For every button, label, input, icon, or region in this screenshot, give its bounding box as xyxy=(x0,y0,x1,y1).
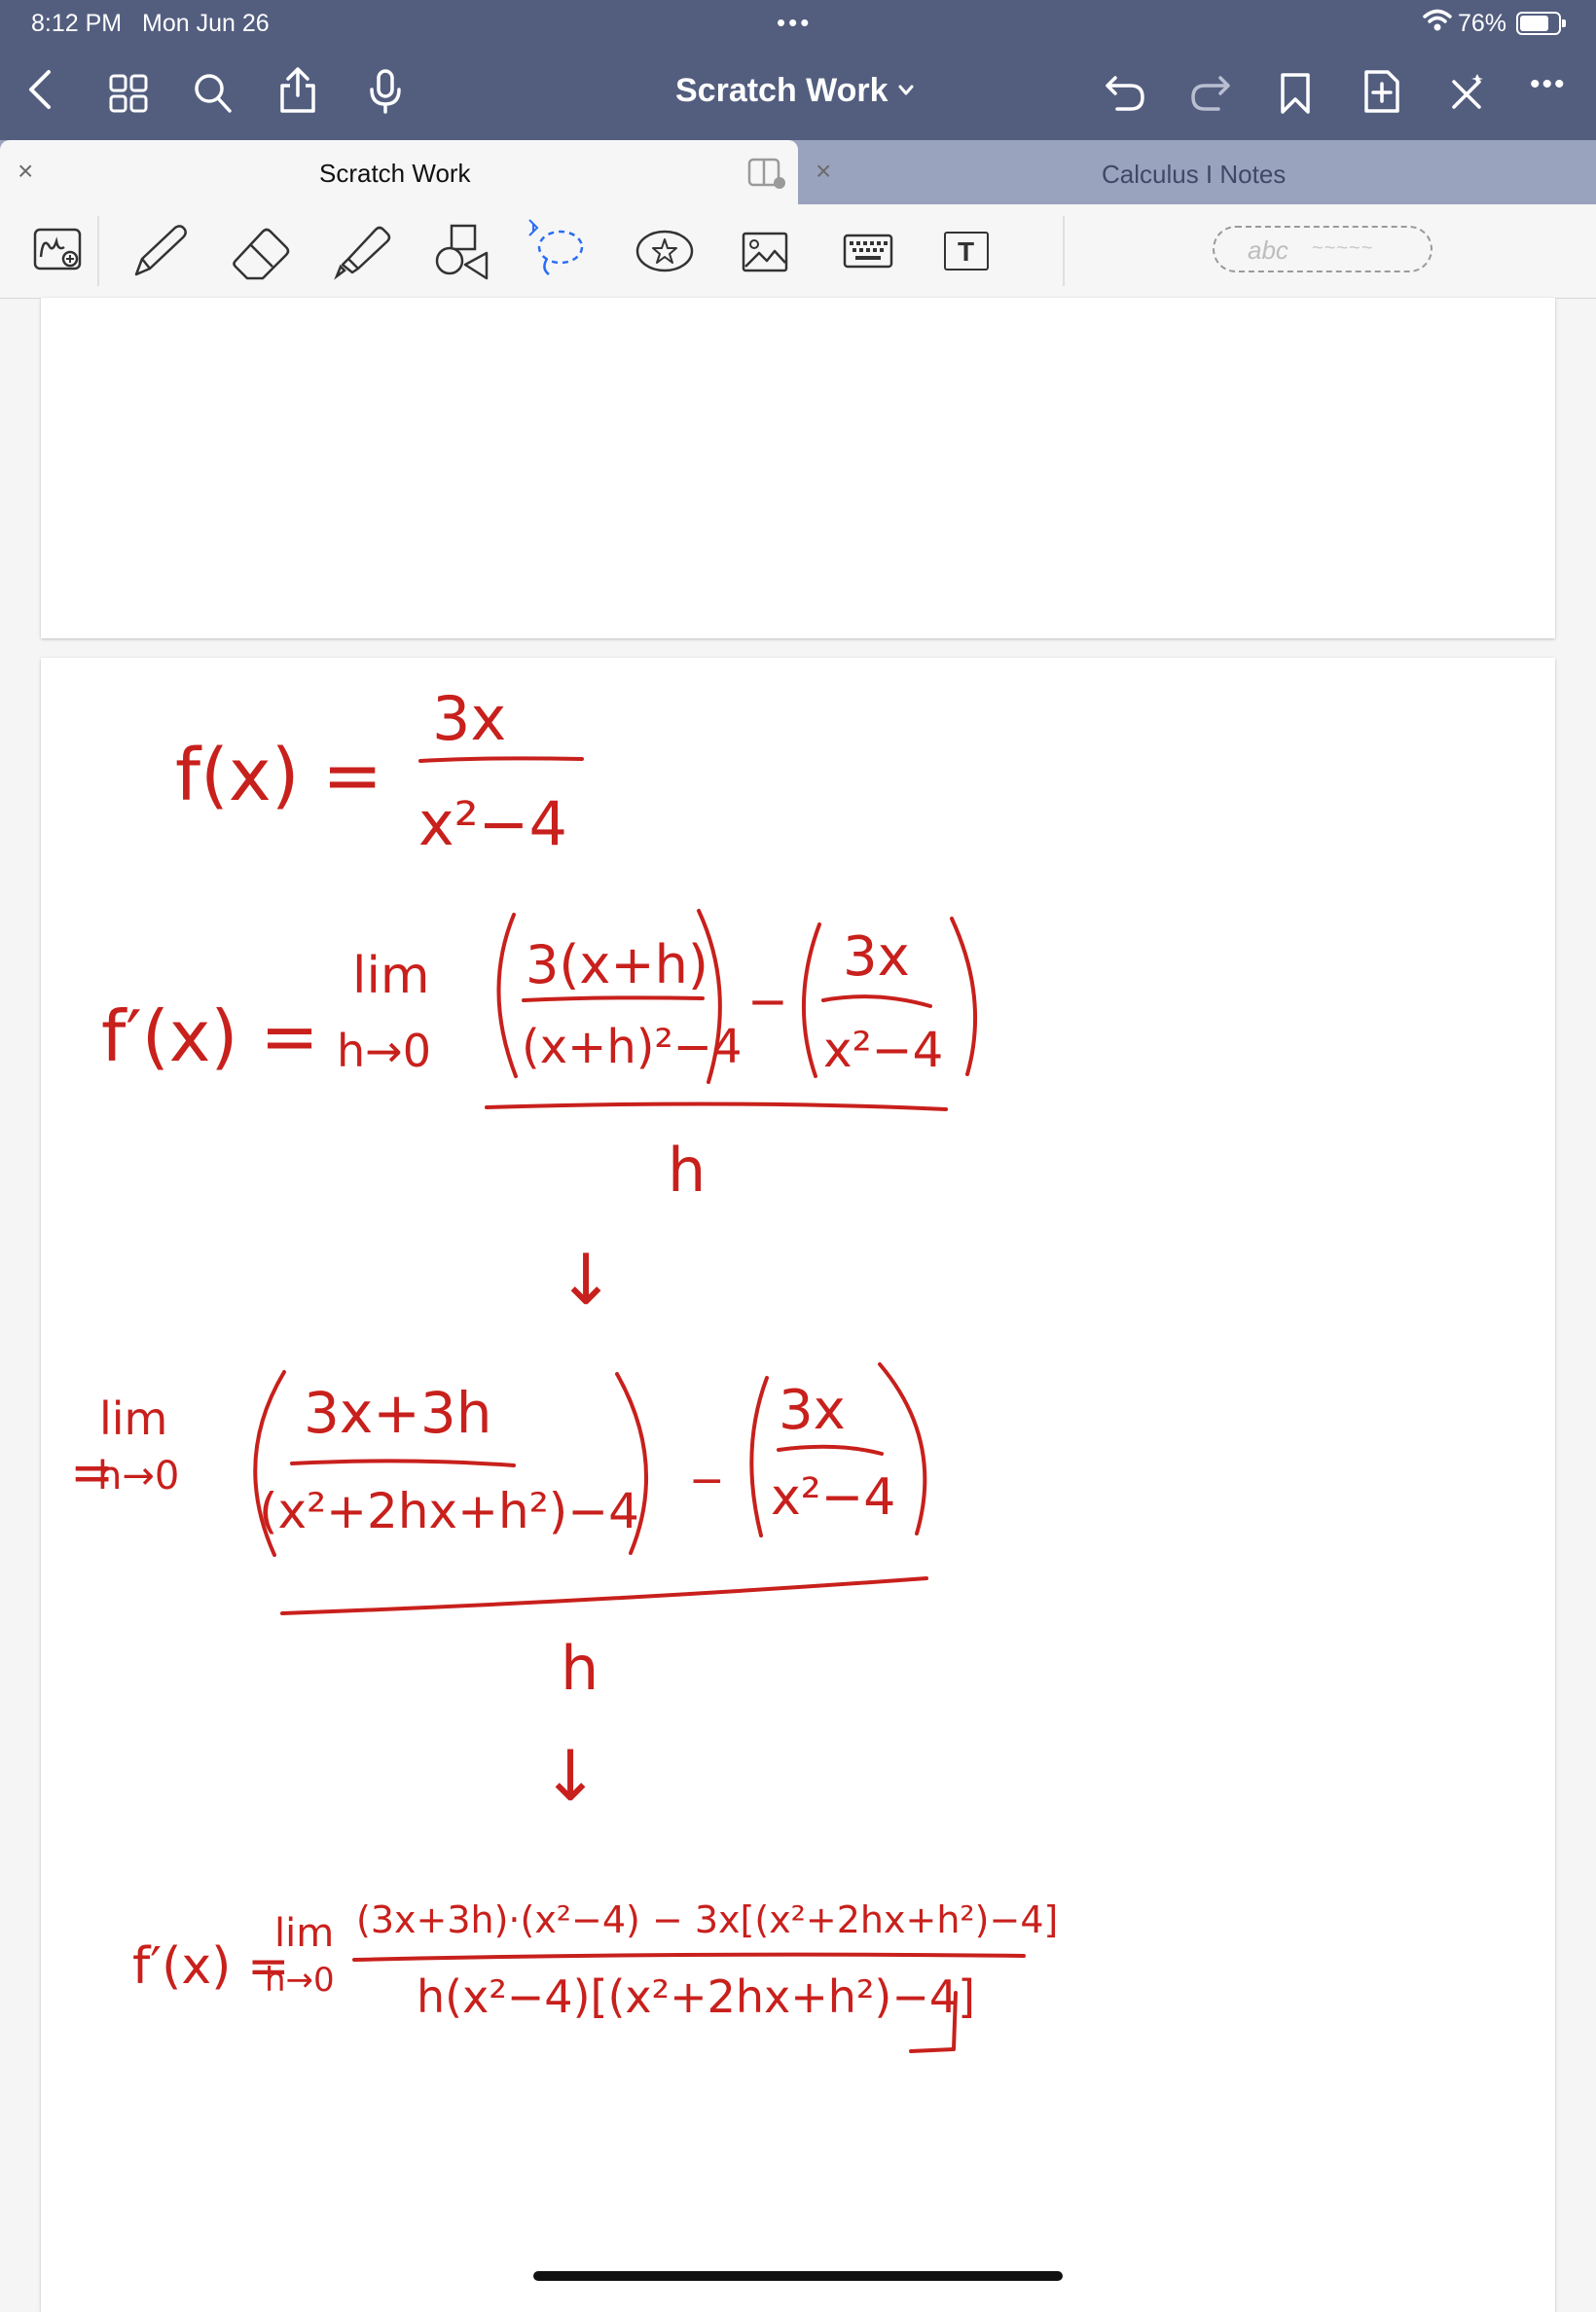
main-fraction-bar xyxy=(485,1102,948,1111)
equation-definition: f(x) = 3x x²−4 xyxy=(175,683,584,859)
lim-sub-text: h→0 xyxy=(265,1961,335,2000)
lim-text: lim xyxy=(274,1911,334,1956)
fraction-bar xyxy=(821,994,932,1008)
denominator-text: h(x²−4)[(x²+2hx+h²)−4] xyxy=(417,1970,975,2023)
term2-numerator: 3x xyxy=(843,925,910,989)
lhs-text: f(x) = xyxy=(175,734,382,817)
handwritten-notes[interactable]: .ink { fill:#c8201c; font-family:"DejaVu… xyxy=(0,0,1596,2296)
down-arrow-icon: ↓ xyxy=(557,1239,615,1320)
lhs-text: f′(x) = xyxy=(101,995,319,1077)
paren-left xyxy=(496,913,518,1078)
main-fraction-bar xyxy=(352,1952,1026,1962)
minus-text: − xyxy=(689,1456,725,1505)
numerator-text: (3x+3h)·(x²−4) − 3x[(x²+2hx+h²)−4] xyxy=(356,1898,1058,1941)
lim-text: lim xyxy=(352,947,430,1005)
paren-left xyxy=(749,1376,769,1537)
fraction-bar xyxy=(777,1444,884,1456)
lim-sub-text: h→0 xyxy=(97,1454,179,1499)
lim-text: lim xyxy=(99,1392,167,1445)
main-fraction-bar xyxy=(280,1576,928,1615)
denominator-text: x²−4 xyxy=(418,788,567,859)
fraction-bar xyxy=(290,1459,516,1467)
equation-limit-definition: f′(x) = lim h→0 3(x+h) (x+h)²−4 − 3x x²−… xyxy=(101,909,978,1206)
denominator-text: h xyxy=(561,1633,598,1704)
equation-combined: f′(x) = lim h→0 (3x+3h)·(x²−4) − 3x[(x²+… xyxy=(132,1898,1058,2053)
term2-numerator: 3x xyxy=(779,1379,846,1442)
paren-left xyxy=(801,922,821,1078)
term1-denominator: (x²+2hx+h²)−4 xyxy=(259,1483,639,1539)
minus-text: − xyxy=(747,973,788,1030)
term2-denominator: x²−4 xyxy=(771,1468,895,1527)
denominator-text: h xyxy=(668,1135,706,1206)
home-indicator[interactable] xyxy=(533,2271,1063,2281)
numerator-text: 3x xyxy=(432,683,506,754)
fraction-bar xyxy=(418,756,584,763)
term1-denominator: (x+h)²−4 xyxy=(522,1020,743,1074)
down-arrow-icon: ↓ xyxy=(541,1735,599,1817)
term1-numerator: 3x+3h xyxy=(304,1380,491,1446)
fraction-bar xyxy=(522,995,705,1002)
lim-sub-text: h→0 xyxy=(337,1025,431,1077)
term1-numerator: 3(x+h) xyxy=(526,934,708,995)
paren-right xyxy=(950,917,978,1076)
equation-expanded: = lim h→0 3x+3h (x²+2hx+h²)−4 − 3x x²−4 … xyxy=(70,1362,928,1704)
term2-denominator: x²−4 xyxy=(823,1022,943,1078)
